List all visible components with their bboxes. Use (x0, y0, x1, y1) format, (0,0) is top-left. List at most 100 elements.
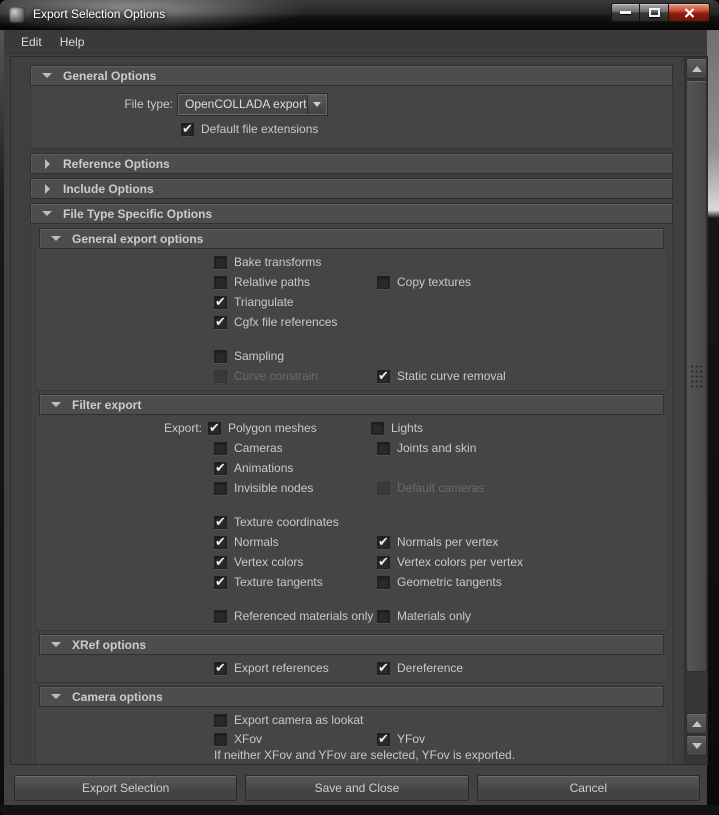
scrollbar-thumb[interactable] (686, 80, 707, 672)
vertical-scrollbar[interactable] (684, 57, 707, 764)
checkbox-geometric-tangents[interactable]: Geometric tangents (377, 575, 502, 589)
file-type-row: File type: OpenCOLLADA exporter (31, 93, 672, 115)
section-file-type-specific-options: File Type Specific Options General expor… (11, 203, 684, 764)
checkbox-icon (214, 576, 227, 589)
subsection-title: Camera options (72, 690, 163, 704)
checkbox-icon (214, 556, 227, 569)
export-label: Export: (36, 421, 208, 435)
titlebar[interactable]: Export Selection Options (0, 0, 719, 30)
checkbox-joints-and-skin[interactable]: Joints and skin (377, 441, 476, 455)
minimize-button[interactable] (611, 3, 640, 22)
checkbox-icon (377, 610, 390, 623)
minimize-icon (620, 11, 631, 14)
checkbox-texture-coordinates[interactable]: Texture coordinates (214, 515, 377, 529)
file-type-selected-value: OpenCOLLADA exporter (179, 95, 307, 114)
checkbox-label: Materials only (397, 609, 471, 623)
maximize-button[interactable] (640, 3, 668, 22)
checkbox-normals[interactable]: Normals (214, 535, 377, 549)
dialog-body: Edit Help General Options File type: Ope… (4, 30, 707, 805)
options-list: General Options File type: OpenCOLLADA e… (11, 57, 684, 764)
checkbox-triangulate[interactable]: Triangulate (214, 295, 377, 309)
export-selection-options-window: Export Selection Options Edit Help Gener… (0, 0, 719, 815)
checkbox-label: Static curve removal (397, 369, 506, 383)
checkbox-icon (377, 733, 390, 746)
subsection-header-camera-options[interactable]: Camera options (39, 686, 664, 707)
checkbox-animations[interactable]: Animations (214, 461, 377, 475)
subsection-title: Filter export (72, 398, 141, 412)
app-icon (9, 7, 25, 23)
checkbox-label: Lights (391, 421, 423, 435)
checkbox-default-file-extensions[interactable]: Default file extensions (181, 122, 318, 136)
checkbox-icon (214, 516, 227, 529)
checkbox-label: Normals per vertex (397, 535, 498, 549)
scroll-up-button-bottom[interactable] (686, 713, 707, 734)
checkbox-export-camera-as-lookat[interactable]: Export camera as lookat (214, 713, 363, 727)
action-button-bar: Export Selection Save and Close Cancel (4, 765, 707, 805)
subsection-camera-options: Camera options Export camera as lookat (35, 686, 668, 764)
checkbox-icon (181, 123, 194, 136)
checkbox-label: Cameras (234, 441, 283, 455)
dropdown-button[interactable] (307, 95, 326, 114)
file-type-select[interactable]: OpenCOLLADA exporter (178, 94, 327, 115)
checkbox-normals-per-vertex[interactable]: Normals per vertex (377, 535, 498, 549)
checkbox-label: Triangulate (234, 295, 294, 309)
checkbox-polygon-meshes[interactable]: Polygon meshes (208, 421, 371, 435)
checkbox-label: Vertex colors (234, 555, 303, 569)
subsection-header-xref-options[interactable]: XRef options (39, 634, 664, 655)
checkbox-label: Curve constrain (234, 369, 318, 383)
close-icon (684, 8, 695, 18)
subsection-header-general-export-options[interactable]: General export options (39, 228, 664, 249)
checkbox-icon (377, 482, 390, 495)
checkbox-copy-textures[interactable]: Copy textures (377, 275, 471, 289)
checkbox-icon (214, 536, 227, 549)
checkbox-label: Geometric tangents (397, 575, 502, 589)
checkbox-export-references[interactable]: Export references (214, 661, 377, 675)
checkbox-vertex-colors-per-vertex[interactable]: Vertex colors per vertex (377, 555, 523, 569)
checkbox-yfov[interactable]: YFov (377, 732, 425, 746)
close-button[interactable] (668, 3, 710, 22)
scroll-down-button[interactable] (686, 735, 707, 756)
section-header-include-options[interactable]: Include Options (30, 178, 673, 199)
subsection-header-filter-export[interactable]: Filter export (39, 394, 664, 415)
checkbox-relative-paths[interactable]: Relative paths (214, 275, 377, 289)
menu-help[interactable]: Help (51, 32, 94, 52)
subsection-filter-export: Filter export Export: Polygon meshes L (35, 394, 668, 631)
checkbox-materials-only[interactable]: Materials only (377, 609, 471, 623)
checkbox-sampling[interactable]: Sampling (214, 349, 377, 363)
menu-edit[interactable]: Edit (12, 32, 51, 52)
export-selection-button[interactable]: Export Selection (14, 775, 237, 801)
arrow-up-icon (692, 66, 702, 72)
checkbox-label: Dereference (397, 661, 463, 675)
subsection-body: Export: Polygon meshes Lights (35, 415, 668, 631)
checkbox-icon (214, 714, 227, 727)
checkbox-cgfx-file-references[interactable]: Cgfx file references (214, 315, 377, 329)
checkbox-label: YFov (397, 732, 425, 746)
collapse-arrow-icon (40, 642, 72, 647)
checkbox-vertex-colors[interactable]: Vertex colors (214, 555, 377, 569)
checkbox-icon (377, 662, 390, 675)
checkbox-icon (214, 733, 227, 746)
checkbox-cameras[interactable]: Cameras (214, 441, 377, 455)
cancel-button[interactable]: Cancel (477, 775, 700, 801)
checkbox-texture-tangents[interactable]: Texture tangents (214, 575, 377, 589)
save-and-close-button[interactable]: Save and Close (245, 775, 468, 801)
section-header-reference-options[interactable]: Reference Options (30, 153, 673, 174)
checkbox-icon (371, 422, 384, 435)
section-body-general-options: File type: OpenCOLLADA exporter Default … (30, 86, 673, 149)
section-header-general-options[interactable]: General Options (30, 65, 673, 86)
checkbox-icon (377, 556, 390, 569)
checkbox-icon (214, 350, 227, 363)
checkbox-xfov[interactable]: XFov (214, 732, 377, 746)
checkbox-static-curve-removal[interactable]: Static curve removal (377, 369, 506, 383)
section-header-file-type-specific-options[interactable]: File Type Specific Options (30, 203, 673, 224)
checkbox-dereference[interactable]: Dereference (377, 661, 463, 675)
checkbox-lights[interactable]: Lights (371, 421, 423, 435)
checkbox-label: Referenced materials only (234, 609, 373, 623)
checkbox-label: Joints and skin (397, 441, 476, 455)
scroll-up-button[interactable] (686, 58, 707, 79)
checkbox-icon (377, 442, 390, 455)
section-title: Include Options (63, 182, 154, 196)
checkbox-bake-transforms[interactable]: Bake transforms (214, 255, 377, 269)
checkbox-referenced-materials-only[interactable]: Referenced materials only (214, 609, 377, 623)
checkbox-invisible-nodes[interactable]: Invisible nodes (214, 481, 377, 495)
